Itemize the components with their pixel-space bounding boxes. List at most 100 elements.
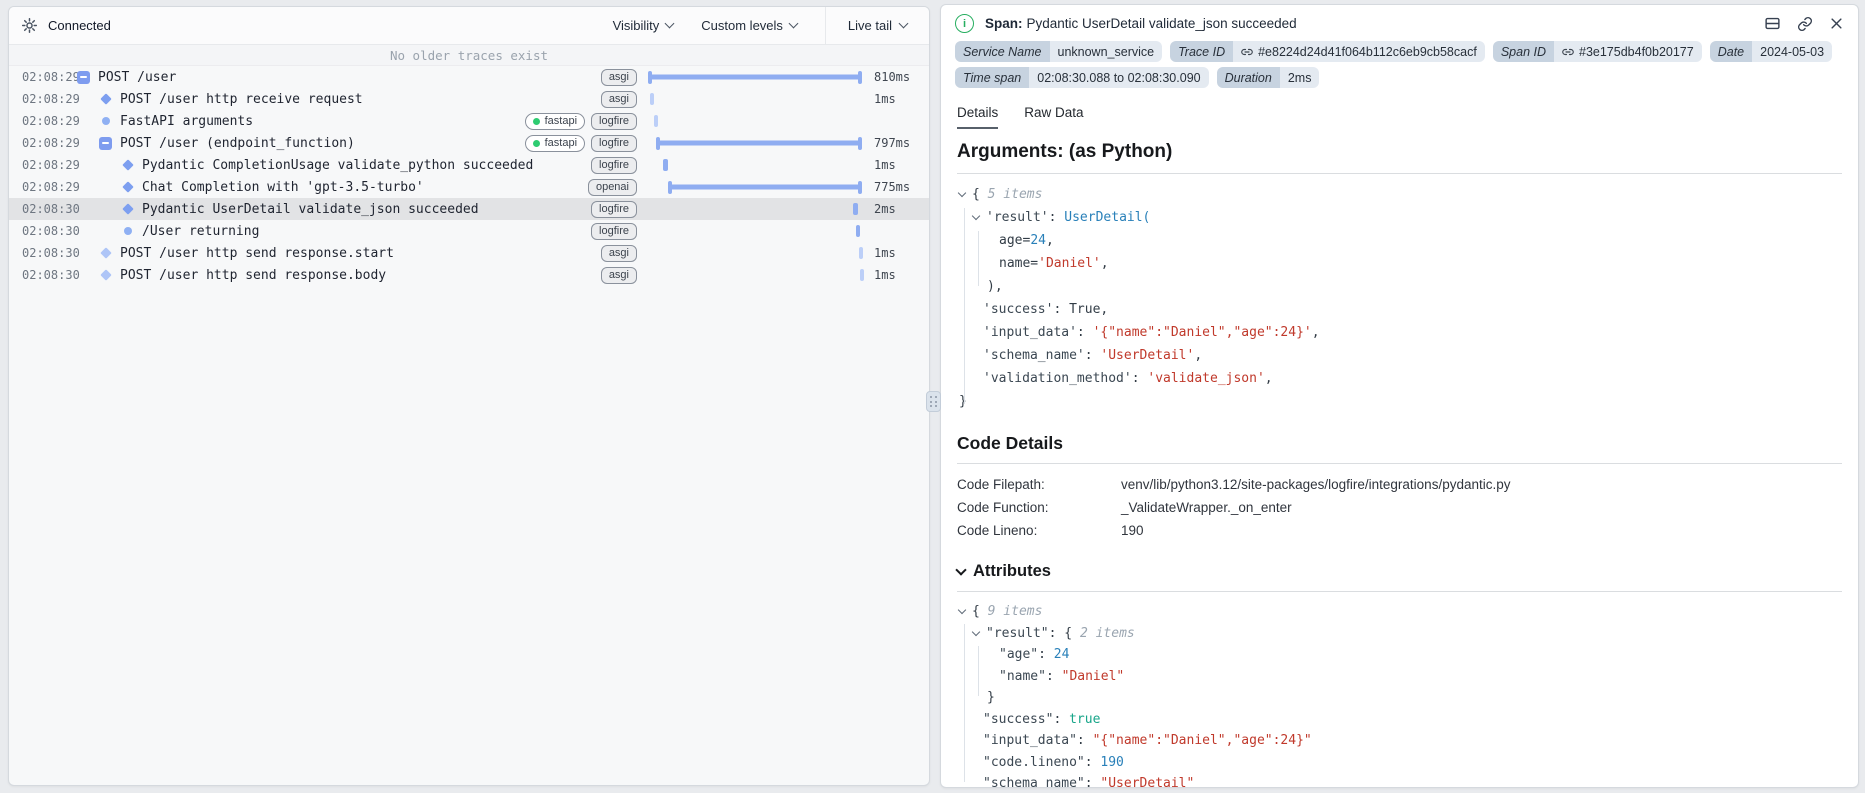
code-line: "age": 24 [957,644,1842,666]
badge-trace-id: Trace ID #e8224d24d41f064b112c6eb9cb58cac… [1170,41,1485,62]
tag-openai: openai [587,178,637,196]
code-token-key: "code.lineno" [983,754,1085,770]
code-line: "schema_name": "UserDetail" [957,773,1842,787]
code-line: ), [957,275,1842,298]
close-icon[interactable] [1829,16,1844,31]
detail-tabs: Details Raw Data [941,90,1858,129]
badge-label: Duration [1216,67,1280,88]
code-line: "success": true [957,709,1842,731]
badge-value[interactable]: #e8224d24d41f064b112c6eb9cb58cacf [1233,41,1485,62]
code-token-num: 190 [1100,754,1124,770]
duration-track [645,110,867,132]
tab-details[interactable]: Details [957,105,999,129]
collapse-chevron-icon[interactable] [973,206,986,229]
code-token-plain: : [1076,733,1093,748]
badge-value-text: #e8224d24d41f064b112c6eb9cb58cacf [1258,44,1477,59]
row-timestamp: 02:08:30 [22,202,80,216]
copy-link-icon[interactable] [1797,16,1813,32]
badge-value: 02:08:30.088 to 02:08:30.090 [1029,67,1209,88]
code-line: { 9 items [957,601,1842,623]
trace-row[interactable]: 02:08:30 Pydantic UserDetail validate_jso… [9,198,929,220]
trace-row[interactable]: 02:08:30 POST /user http send response.bo… [9,264,929,286]
collapse-chevron-icon[interactable] [973,623,986,645]
collapse-toggle-icon[interactable] [77,70,90,84]
tag-fastapi: fastapi [524,134,586,152]
collapse-toggle-icon[interactable] [99,136,112,150]
badge-label: Time span [955,67,1030,88]
code-token-meta: 5 items [987,187,1043,202]
custom-levels-menu[interactable]: Custom levels [701,18,799,33]
duration-label: 1ms [874,246,896,260]
duration-bar [856,225,860,237]
tag-asgi: asgi [600,266,637,284]
code-token-str: "Daniel" [1061,668,1125,684]
duration-label: 810ms [874,70,911,84]
badge-value-text: unknown_service [1057,44,1155,59]
link-icon [1241,48,1253,55]
trace-row[interactable]: 02:08:29 POST /user (endpoint_function) fa… [9,132,929,154]
tag-logfire: logfire [591,222,637,240]
trace-row[interactable]: 02:08:29 POST /user asgi 810ms [9,66,929,88]
tag-fastapi: fastapi [524,112,586,130]
code-line: { 5 items [957,183,1842,206]
live-tail-label: Live tail [847,18,892,33]
trace-row[interactable]: 02:08:29 FastAPI arguments fastapi logfire [9,110,929,132]
tab-raw-data[interactable]: Raw Data [1024,105,1083,129]
code-token-plain: : [1053,711,1070,727]
span-title: Span: Pydantic UserDetail validate_json s… [985,16,1297,31]
attributes-heading[interactable]: Attributes [955,544,1842,592]
row-tags: asgi [600,244,645,262]
indent-guide [964,208,965,404]
badge-value[interactable]: #3e175db4f0b20177 [1554,41,1702,62]
code-detail-row: Code Lineno: 190 [957,519,1842,542]
row-tags: fastapi logfire [524,134,645,152]
badge-span-id: Span ID #3e175db4f0b20177 [1492,41,1702,62]
badge-label: Service Name [955,41,1050,62]
code-token-key: "age" [999,647,1039,662]
badge-time-span: Time span 02:08:30.088 to 02:08:30.090 [955,67,1209,88]
code-line: 'success': True, [957,298,1842,321]
code-token-plain: { [972,187,988,202]
settings-gear-icon[interactable] [21,17,38,34]
indent-guide [978,231,979,286]
code-token-key: 'input_data' [983,325,1077,340]
code-line: 'schema_name': 'UserDetail', [957,344,1842,367]
indent-guide [978,646,979,696]
code-detail-value: _ValidateWrapper._on_enter [1121,500,1292,515]
duration-track [645,220,867,242]
code-token-plain: name= [999,256,1039,271]
trace-row[interactable]: 02:08:29 POST /user http receive request a… [9,88,929,110]
code-token-str: '{"name":"Daniel","age":24}' [1092,325,1312,340]
live-tail-menu[interactable]: Live tail [824,7,929,44]
custom-levels-menu-label: Custom levels [701,18,783,33]
code-line: "result": { 2 items [957,623,1842,645]
trace-row[interactable]: 02:08:29 Pydantic CompletionUsage validat… [9,154,929,176]
tag-logfire: logfire [591,200,637,218]
panel-resize-handle[interactable] [926,391,941,412]
tag-logfire: logfire [591,156,637,174]
span-name: /User returning [142,223,260,239]
code-details-rows: Code Filepath: venv/lib/python3.12/site-p… [957,464,1842,544]
code-token-key: "input_data" [983,733,1077,748]
code-token-str: 'validate_json' [1147,371,1265,386]
row-timestamp: 02:08:30 [22,224,80,238]
code-token-blue: UserDetail( [1064,210,1151,225]
tag-logfire: logfire [591,112,637,130]
trace-row[interactable]: 02:08:30 POST /user http send response.st… [9,242,929,264]
duration-label: 1ms [874,268,896,282]
trace-row[interactable]: 02:08:29 Chat Completion with 'gpt-3.5-tu… [9,176,929,198]
code-line: name='Daniel', [957,252,1842,275]
code-detail-label: Code Filepath: [957,477,1045,492]
code-token-bool: true [1069,711,1101,727]
collapse-chevron-icon[interactable] [959,601,972,623]
status-dot-icon [532,139,540,147]
trace-list-toolbar: Connected Visibility Custom levels Live … [9,7,929,45]
code-line: } [957,390,1842,413]
visibility-menu[interactable]: Visibility [613,18,675,33]
collapse-chevron-icon[interactable] [959,183,972,206]
dock-panel-icon[interactable] [1764,15,1781,32]
code-line: } [957,687,1842,709]
code-token-plain: : True, [1053,302,1109,317]
duration-label: 797ms [874,136,911,150]
trace-row[interactable]: 02:08:30/User returning logfire [9,220,929,242]
